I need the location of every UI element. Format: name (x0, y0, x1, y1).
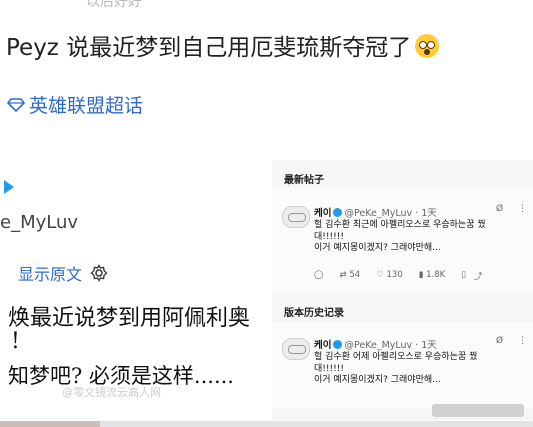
show-original-button[interactable]: 显示原文 (18, 261, 108, 285)
retweet-button[interactable]: ⇄ 54 (340, 270, 361, 282)
author-name: 케이 (314, 208, 332, 219)
retweet-count: 54 (349, 270, 361, 280)
translated-line-1: 焕最近说梦到用阿佩利奥 (8, 306, 251, 331)
tweet-text: 헐 김수환 최근에 아펠리오스로 우승하는꿈 꿨 대!!!!!! 이거 예지몽이… (314, 220, 486, 253)
previous-text-cut: 以后好好 (86, 0, 142, 10)
username-partial: e_MyLuv (0, 212, 79, 233)
latest-posts-title: 最新帖子 (284, 175, 324, 186)
bookmark-icon[interactable]: ▯ (461, 270, 466, 282)
gear-icon (90, 264, 108, 282)
more-icon[interactable]: ⋮ (518, 336, 527, 346)
verified-icon (333, 208, 343, 217)
grok-icon[interactable]: Ø (496, 204, 503, 214)
author-name: 케이 (314, 340, 332, 351)
post-headline: Peyz 说最近梦到自己用厄斐琉斯夺冠了 (6, 28, 440, 62)
grok-icon[interactable]: Ø (496, 336, 503, 346)
reply-icon[interactable]: ◯ (314, 270, 324, 282)
partial-verified-icon (4, 180, 14, 194)
diamond-icon (7, 97, 25, 112)
version-history-title: 版本历史记录 (284, 308, 344, 319)
translated-line-2: ! (11, 329, 20, 354)
like-button[interactable]: ♡ 130 (376, 270, 403, 282)
share-icon[interactable]: ⤴ (474, 270, 483, 282)
view-count: 1.8K (426, 270, 446, 280)
author-handle: @PeKe_MyLuv · 1天 (344, 340, 437, 351)
like-count: 130 (386, 270, 403, 280)
watermark: @零文镜流云高人网 (62, 386, 161, 399)
avatar (282, 206, 310, 228)
tweet-actions: ◯ ⇄ 54 ♡ 130 ▮ 1.8K ▯ ⤴ (314, 270, 498, 282)
author-handle: @PeKe_MyLuv · 1天 (344, 208, 437, 219)
more-icon[interactable]: ⋮ (518, 204, 527, 214)
headline-text: Peyz 说最近梦到自己用厄斐琉斯夺冠了 (6, 35, 412, 61)
super-topic-link[interactable]: 英雄联盟超话 (7, 91, 143, 118)
topic-label: 英雄联盟超话 (29, 95, 144, 117)
avatar (282, 338, 310, 360)
verified-icon (333, 340, 343, 349)
next-thumbnail-edge (0, 421, 100, 427)
views-button[interactable]: ▮ 1.8K (419, 270, 445, 282)
watermark-blur (432, 404, 524, 417)
shocked-face-icon (415, 34, 440, 58)
tweet-author: 케이 @PeKe_MyLuv · 1天 (314, 205, 437, 219)
tweet-text: 헐 김수환 어제 아펠리오스로 우승하는꿈 꿨 대!!!!!! 이거 예지몽이겠… (314, 352, 478, 385)
tweet-author: 케이 @PeKe_MyLuv · 1天 (314, 337, 437, 351)
show-original-label: 显示原文 (18, 265, 83, 284)
